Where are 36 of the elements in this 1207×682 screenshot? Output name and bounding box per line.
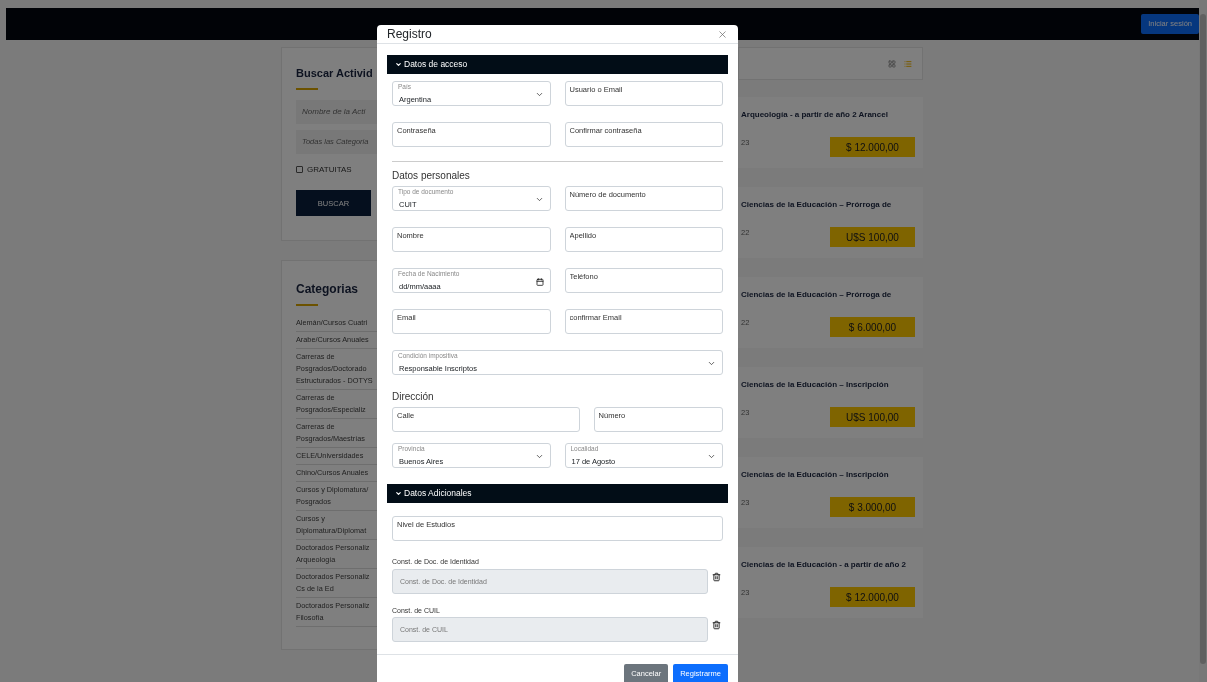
activity-title: Ciencias de la Educación – Inscripción (741, 469, 890, 481)
title-underline (296, 87, 318, 90)
price-tag: $ 12.000,00 (830, 137, 915, 157)
close-icon[interactable] (717, 28, 728, 40)
activity-title: Ciencias de la Educación – Prórroga de (741, 289, 893, 301)
chevron-down-icon (395, 61, 402, 68)
panel-title: Buscar Activid (296, 66, 373, 81)
chevron-down-icon (707, 452, 716, 461)
chevron-down-icon (534, 90, 544, 99)
grid-view-icon[interactable] (888, 59, 896, 68)
panel-title: Categorias (296, 281, 360, 298)
section-heading: Dirección (392, 391, 435, 403)
activity-title: Ciencias de la Educación - a partir de año 2 (741, 559, 907, 571)
checkbox-label: GRATUITAS (307, 163, 352, 176)
title-underline (296, 304, 318, 306)
chevron-down-icon (534, 452, 544, 461)
price-tag: U$S 100,00 (830, 227, 915, 247)
section-heading: Datos personales (392, 170, 471, 182)
trash-icon[interactable] (712, 571, 721, 582)
section-header[interactable]: Datos de acceso (387, 55, 728, 74)
checkbox[interactable] (296, 166, 303, 173)
price-tag: $ 6.000,00 (830, 317, 915, 337)
calendar-icon[interactable] (535, 278, 544, 286)
price-tag: $ 3.000,00 (830, 497, 915, 517)
activity-title: Ciencias de la Educación – Inscripción (741, 379, 890, 391)
chevron-down-icon (707, 359, 716, 368)
price-tag: U$S 100,00 (830, 407, 915, 427)
price-tag: $ 12.000,00 (830, 587, 915, 607)
section-header[interactable]: Datos Adicionales (387, 484, 728, 503)
chevron-down-icon (395, 490, 402, 497)
chevron-down-icon (534, 195, 544, 204)
scrollbar[interactable] (1199, 0, 1207, 682)
activity-title: Ciencias de la Educación – Prórroga de (741, 199, 893, 211)
dialog-title: Registro (387, 26, 432, 43)
activity-title: Arqueología - a partir de año 2 Arancel (741, 109, 889, 121)
trash-icon[interactable] (712, 620, 721, 630)
